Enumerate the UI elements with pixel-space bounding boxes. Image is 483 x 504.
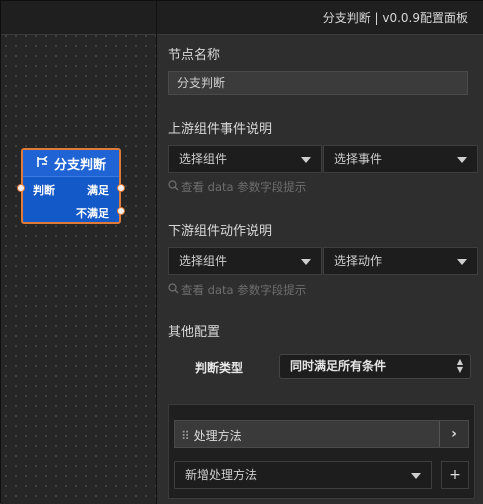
canvas-toolbar bbox=[1, 1, 156, 35]
search-icon bbox=[168, 180, 179, 194]
app-window: 分支判断 判断 满足 不满足 分支判断 | v0.0.9配置面板 节点名称 分支… bbox=[0, 0, 483, 504]
downstream-component-select-text: 选择组件 bbox=[179, 254, 228, 268]
downstream-hint-text: 查看 data 参数字段提示 bbox=[181, 283, 307, 297]
chevron-down-icon bbox=[457, 157, 467, 163]
add-handler-select[interactable]: 新增处理方法 bbox=[174, 461, 432, 489]
branch-node-header: 分支判断 bbox=[23, 150, 119, 177]
chevron-down-icon bbox=[301, 157, 311, 163]
input-port-label: 判断 bbox=[33, 184, 55, 197]
downstream-label: 下游组件动作说明 bbox=[168, 224, 273, 239]
input-port[interactable] bbox=[17, 184, 25, 192]
branch-icon bbox=[36, 155, 49, 171]
downstream-component-select[interactable]: 选择组件 bbox=[168, 247, 322, 275]
handler-box: ⠿ 处理方法 › 新增处理方法 + bbox=[168, 404, 475, 499]
handler-item-label-wrap: ⠿ 处理方法 bbox=[181, 427, 242, 444]
config-panel: 分支判断 | v0.0.9配置面板 节点名称 分支判断 上游组件事件说明 选择组… bbox=[156, 1, 483, 504]
upstream-component-select-text: 选择组件 bbox=[179, 152, 228, 166]
search-icon bbox=[168, 283, 179, 297]
add-handler-button[interactable]: + bbox=[441, 461, 469, 489]
chevron-down-icon bbox=[411, 473, 421, 479]
upstream-event-select[interactable]: 选择事件 bbox=[323, 145, 478, 173]
judge-type-label: 判断类型 bbox=[195, 361, 244, 375]
expand-button[interactable]: › bbox=[439, 421, 468, 447]
output-port-label-unsatisfied: 不满足 bbox=[76, 207, 109, 220]
other-config-label: 其他配置 bbox=[168, 325, 221, 340]
drag-handle-icon[interactable]: ⠿ bbox=[181, 429, 190, 443]
up-down-icon: ▲ ▼ bbox=[456, 357, 463, 374]
judge-type-select[interactable]: 同时满足所有条件 ▲ ▼ bbox=[279, 354, 471, 379]
branch-node-row-1: 判断 满足 bbox=[23, 177, 119, 200]
output-port-satisfied[interactable] bbox=[117, 184, 125, 192]
chevron-down-icon bbox=[301, 259, 311, 265]
branch-node-title: 分支判断 bbox=[53, 157, 106, 173]
panel-title: 分支判断 | v0.0.9配置面板 bbox=[157, 1, 483, 35]
flow-canvas[interactable]: 分支判断 判断 满足 不满足 bbox=[1, 1, 156, 504]
upstream-label: 上游组件事件说明 bbox=[168, 122, 273, 137]
branch-node[interactable]: 分支判断 判断 满足 不满足 bbox=[17, 148, 125, 224]
upstream-event-select-text: 选择事件 bbox=[334, 152, 383, 166]
upstream-component-select[interactable]: 选择组件 bbox=[168, 145, 322, 173]
branch-node-row-2: 不满足 bbox=[23, 200, 119, 223]
upstream-hint-text: 查看 data 参数字段提示 bbox=[181, 180, 307, 194]
downstream-action-select-text: 选择动作 bbox=[334, 254, 383, 268]
output-port-unsatisfied[interactable] bbox=[117, 207, 125, 215]
downstream-action-select[interactable]: 选择动作 bbox=[323, 247, 478, 275]
node-name-input[interactable]: 分支判断 bbox=[168, 71, 468, 95]
node-name-label: 节点名称 bbox=[168, 48, 221, 63]
judge-type-value: 同时满足所有条件 bbox=[290, 359, 387, 373]
handler-item-label: 处理方法 bbox=[193, 429, 242, 443]
chevron-down-icon bbox=[457, 259, 467, 265]
handler-item[interactable]: ⠿ 处理方法 › bbox=[174, 420, 469, 448]
output-port-label-satisfied: 满足 bbox=[87, 184, 109, 197]
upstream-hint-link[interactable]: 查看 data 参数字段提示 bbox=[168, 179, 306, 195]
downstream-hint-link[interactable]: 查看 data 参数字段提示 bbox=[168, 282, 306, 298]
add-handler-select-text: 新增处理方法 bbox=[185, 468, 258, 482]
